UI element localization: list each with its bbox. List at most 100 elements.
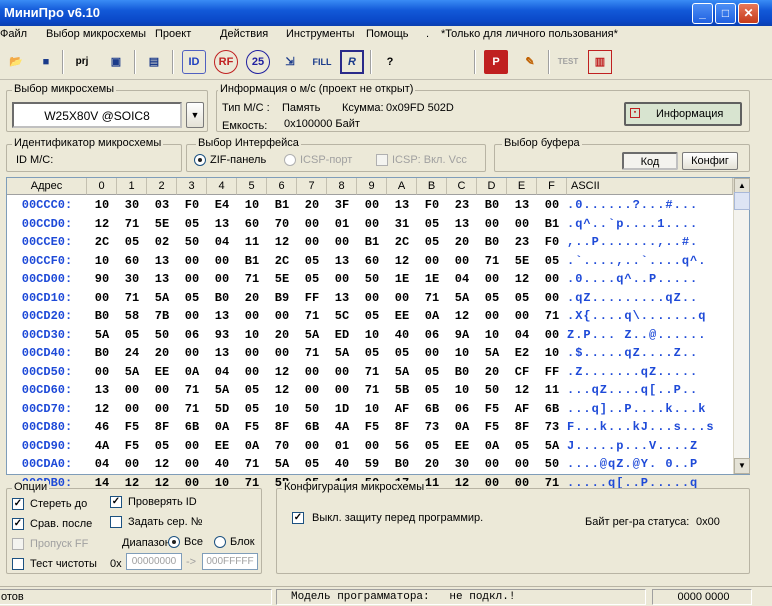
hex-byte-cell[interactable]: 00 (507, 455, 537, 474)
hex-byte-cell[interactable]: 0A (237, 437, 267, 456)
hex-byte-cell[interactable]: 60 (117, 252, 147, 271)
hex-byte-cell[interactable]: B1 (357, 233, 387, 252)
hex-byte-cell[interactable]: 5A (207, 381, 237, 400)
erase-icon[interactable]: R (340, 50, 364, 74)
hex-byte-cell[interactable]: 06 (177, 326, 207, 345)
hex-byte-cell[interactable]: B0 (87, 307, 117, 326)
hex-byte-cell[interactable]: 7B (147, 307, 177, 326)
hex-byte-cell[interactable]: 73 (537, 418, 567, 437)
hex-byte-cell[interactable]: 04 (207, 233, 237, 252)
hex-byte-cell[interactable]: 00 (537, 196, 567, 215)
hex-byte-cell[interactable]: 5E (507, 252, 537, 271)
hex-byte-cell[interactable]: 56 (387, 437, 417, 456)
hex-byte-cell[interactable]: 00 (87, 363, 117, 382)
hex-byte-cell[interactable]: F0 (417, 196, 447, 215)
hex-byte-cell[interactable]: 00 (297, 215, 327, 234)
hex-byte-cell[interactable]: E4 (207, 196, 237, 215)
hex-byte-cell[interactable]: 6B (177, 418, 207, 437)
hex-byte-cell[interactable]: 01 (327, 437, 357, 456)
hex-byte-cell[interactable]: 00 (237, 344, 267, 363)
minimize-button[interactable]: _ (692, 3, 713, 24)
hex-byte-cell[interactable]: 70 (267, 437, 297, 456)
hex-byte-cell[interactable]: 50 (177, 233, 207, 252)
scroll-thumb[interactable] (734, 192, 750, 210)
range-all-radio[interactable] (168, 536, 180, 548)
hex-byte-cell[interactable]: 00 (417, 252, 447, 271)
hex-byte-cell[interactable]: 10 (87, 252, 117, 271)
hex-row-ascii[interactable]: ,..P.......,..#. (567, 233, 698, 252)
hex-byte-cell[interactable]: 2C (267, 252, 297, 271)
hex-byte-cell[interactable]: AF (387, 400, 417, 419)
hex-byte-cell[interactable]: 40 (207, 455, 237, 474)
hex-byte-cell[interactable]: 9A (447, 326, 477, 345)
hex-row-ascii[interactable]: ...qZ....q[..P.. (567, 381, 698, 400)
set-serial-checkbox[interactable] (110, 516, 122, 528)
hex-byte-cell[interactable]: 05 (237, 381, 267, 400)
hex-byte-cell[interactable]: 71 (477, 252, 507, 271)
hex-byte-cell[interactable]: FF (297, 289, 327, 308)
hex-byte-cell[interactable]: 00 (267, 307, 297, 326)
hex-byte-cell[interactable]: 20 (447, 233, 477, 252)
hex-byte-cell[interactable]: 00 (537, 270, 567, 289)
hex-byte-cell[interactable]: 04 (447, 270, 477, 289)
hex-byte-cell[interactable]: 00 (297, 233, 327, 252)
hex-byte-cell[interactable]: 20 (267, 326, 297, 345)
hex-byte-cell[interactable]: 71 (357, 381, 387, 400)
protect-icon[interactable]: P (484, 50, 508, 74)
hex-byte-cell[interactable]: 12 (387, 252, 417, 271)
hex-byte-cell[interactable]: 01 (327, 215, 357, 234)
hex-byte-cell[interactable]: 10 (237, 196, 267, 215)
hex-byte-cell[interactable]: 13 (147, 252, 177, 271)
hex-byte-cell[interactable]: 24 (117, 344, 147, 363)
hex-byte-cell[interactable]: 8F (387, 418, 417, 437)
hex-byte-cell[interactable]: 00 (147, 400, 177, 419)
hex-byte-cell[interactable]: 00 (237, 363, 267, 382)
hex-byte-cell[interactable]: 00 (327, 233, 357, 252)
hex-byte-cell[interactable]: 5A (87, 326, 117, 345)
hex-byte-cell[interactable]: 71 (237, 455, 267, 474)
hex-byte-cell[interactable]: 71 (357, 363, 387, 382)
hex-byte-cell[interactable]: 00 (477, 307, 507, 326)
hex-byte-cell[interactable]: 00 (177, 455, 207, 474)
hex-byte-cell[interactable]: 40 (387, 326, 417, 345)
hex-byte-cell[interactable]: 58 (117, 307, 147, 326)
hex-byte-cell[interactable]: F5 (117, 437, 147, 456)
hex-byte-cell[interactable]: 60 (357, 252, 387, 271)
hex-byte-cell[interactable]: B0 (87, 344, 117, 363)
hex-byte-cell[interactable]: 00 (357, 196, 387, 215)
hex-byte-cell[interactable]: 05 (117, 326, 147, 345)
hex-byte-cell[interactable]: 02 (147, 233, 177, 252)
hex-byte-cell[interactable]: 71 (117, 289, 147, 308)
hex-byte-cell[interactable]: EE (147, 363, 177, 382)
hex-byte-cell[interactable]: 13 (327, 252, 357, 271)
chip-select-input[interactable]: W25X80V @SOIC8 (12, 102, 182, 128)
hex-byte-cell[interactable]: 00 (297, 363, 327, 382)
hex-row-ascii[interactable]: ....@qZ.@Y. 0..P (567, 455, 698, 474)
hex-byte-cell[interactable]: 5A (477, 344, 507, 363)
hex-byte-cell[interactable]: B0 (477, 233, 507, 252)
hex-byte-cell[interactable]: 1D (327, 400, 357, 419)
hex-byte-cell[interactable]: B9 (267, 289, 297, 308)
hex-row[interactable]: 00CDA0: 04 00 12 00 40 71 5A 05 40 59 B0 20 30 00 00 50.… (7, 455, 733, 474)
hex-byte-cell[interactable]: 20 (417, 455, 447, 474)
hex-byte-cell[interactable]: 12 (507, 381, 537, 400)
hex-byte-cell[interactable]: 05 (177, 215, 207, 234)
hex-byte-cell[interactable]: B0 (477, 196, 507, 215)
hex-byte-cell[interactable]: 12 (87, 215, 117, 234)
hex-byte-cell[interactable]: 00 (357, 215, 387, 234)
hex-byte-cell[interactable]: 04 (207, 363, 237, 382)
hex-row-ascii[interactable]: .`....,..`....q^. (567, 252, 706, 271)
hex-byte-cell[interactable]: 5A (297, 326, 327, 345)
hex-byte-cell[interactable]: 00 (177, 437, 207, 456)
hex-row[interactable]: 00CD80: 46 F5 8F 6B 0A F5 8F 6B 4A F5 8F 73 0A F5 8F 73 F… (7, 418, 733, 437)
maximize-button[interactable]: □ (715, 3, 736, 24)
hex-byte-cell[interactable]: 12 (87, 400, 117, 419)
hex-byte-cell[interactable]: 00 (537, 289, 567, 308)
hex-byte-cell[interactable]: 6B (417, 400, 447, 419)
hex-byte-cell[interactable]: 05 (297, 270, 327, 289)
hex-byte-cell[interactable]: 30 (447, 455, 477, 474)
hex-byte-cell[interactable]: 13 (147, 270, 177, 289)
hex-byte-cell[interactable]: 60 (237, 215, 267, 234)
hex-byte-cell[interactable]: 11 (237, 233, 267, 252)
hex-byte-cell[interactable]: 05 (417, 363, 447, 382)
